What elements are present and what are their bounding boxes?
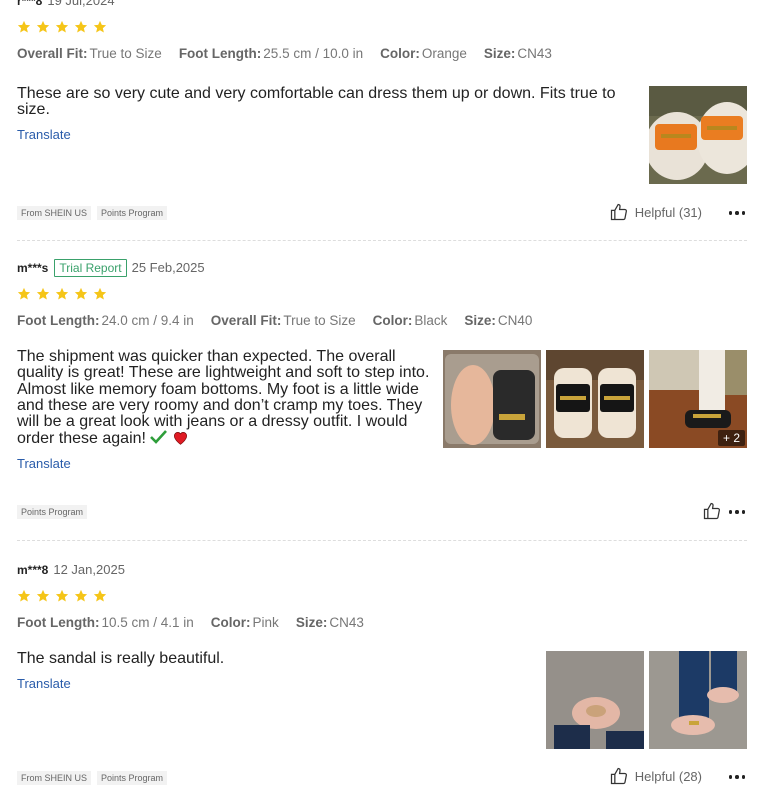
review-tags: From SHEIN US Points Program <box>17 206 168 220</box>
reviewer-name: r***8 <box>17 0 43 8</box>
review-header: m***8 12 Jan,2025 <box>17 561 747 579</box>
translate-link[interactable]: Translate <box>17 456 71 471</box>
attribute-item: Color: Orange <box>380 46 467 61</box>
review-photo[interactable] <box>546 350 644 448</box>
trial-report-badge: Trial Report <box>54 259 127 277</box>
star-icon <box>55 287 69 300</box>
tag-from-shein-us: From SHEIN US <box>17 771 92 785</box>
review-attributes: Foot Length: 10.5 cm / 4.1 in Color: Pink … <box>17 615 747 630</box>
helpful-button[interactable]: Helpful (31) <box>609 202 702 222</box>
review-divider <box>17 240 747 241</box>
review-date: 12 Jan,2025 <box>53 562 125 577</box>
review-photo[interactable] <box>546 651 644 749</box>
star-icon <box>17 20 31 33</box>
star-icon <box>74 20 88 33</box>
tag-points-program: Points Program <box>97 206 168 220</box>
helpful-button[interactable]: Helpful (28) <box>609 766 702 786</box>
review-photo[interactable] <box>649 86 747 184</box>
check-mark-icon <box>150 430 168 445</box>
review-text: These are so very cute and very comforta… <box>17 85 616 119</box>
star-icon <box>93 20 107 33</box>
review-date: 25 Feb,2025 <box>131 260 205 275</box>
star-icon <box>17 287 31 300</box>
review-text: The shipment was quicker than expected. … <box>17 348 430 448</box>
review-item: m***s Trial Report 25 Feb,2025 Foot Leng… <box>17 259 747 529</box>
review-attributes: Overall Fit: True to Size Foot Length: 25.… <box>17 46 747 61</box>
attribute-item: Color: Pink <box>210 615 279 630</box>
review-item: r***8 19 Jul,2024 Overall Fit: True to Si… <box>17 0 747 242</box>
attribute-item: Color: Black <box>372 313 448 328</box>
reviewer-name: m***8 <box>17 563 49 577</box>
tag-points-program: Points Program <box>17 505 88 519</box>
rating-stars <box>17 287 747 303</box>
more-photos-count: + 2 <box>717 430 745 446</box>
more-dots-icon[interactable] <box>728 211 745 215</box>
attribute-item: Size: CN43 <box>295 615 364 630</box>
star-icon <box>36 287 50 300</box>
review-tags: From SHEIN US Points Program <box>17 771 168 785</box>
thumbs-up-icon <box>610 767 627 785</box>
star-icon <box>36 20 50 33</box>
attribute-item: Foot Length: 25.5 cm / 10.0 in <box>178 46 364 61</box>
translate-link[interactable]: Translate <box>17 127 71 142</box>
attribute-item: Foot Length: 24.0 cm / 9.4 in <box>17 313 194 328</box>
star-icon <box>93 589 107 602</box>
attribute-item: Size: CN40 <box>464 313 533 328</box>
review-photo[interactable]: + 2 <box>649 350 747 448</box>
thumbs-up-icon <box>703 502 720 520</box>
attribute-item: Size: CN43 <box>483 46 552 61</box>
star-icon <box>74 589 88 602</box>
helpful-count: Helpful (28) <box>634 768 702 784</box>
star-icon <box>55 589 69 602</box>
review-attributes: Foot Length: 24.0 cm / 9.4 in Overall Fit… <box>17 313 747 328</box>
review-text: The sandal is really beautiful. <box>17 650 225 667</box>
review-item: m***8 12 Jan,2025 Foot Length: 10.5 cm / … <box>17 561 747 795</box>
review-header: r***8 19 Jul,2024 <box>17 0 747 10</box>
reviewer-name: m***s <box>17 261 49 275</box>
review-divider <box>17 540 747 541</box>
tag-points-program: Points Program <box>97 771 168 785</box>
more-dots-icon[interactable] <box>728 510 745 514</box>
star-icon <box>93 287 107 300</box>
review-tags: Points Program <box>17 505 88 519</box>
review-photo[interactable] <box>649 651 747 749</box>
review-photo[interactable] <box>443 350 541 448</box>
tag-from-shein-us: From SHEIN US <box>17 206 92 220</box>
attribute-item: Overall Fit: True to Size <box>210 313 356 328</box>
star-icon <box>55 20 69 33</box>
thumbs-up-icon <box>610 203 627 221</box>
translate-link[interactable]: Translate <box>17 676 71 691</box>
review-header: m***s Trial Report 25 Feb,2025 <box>17 259 747 277</box>
star-icon <box>36 589 50 602</box>
attribute-item: Overall Fit: True to Size <box>17 46 162 61</box>
heart-icon <box>173 432 187 446</box>
star-icon <box>17 589 31 602</box>
rating-stars <box>17 20 747 36</box>
helpful-count: Helpful (31) <box>634 204 702 220</box>
helpful-button[interactable] <box>702 501 722 521</box>
rating-stars <box>17 589 747 605</box>
review-date: 19 Jul,2024 <box>47 0 115 8</box>
more-dots-icon[interactable] <box>728 775 745 779</box>
star-icon <box>74 287 88 300</box>
attribute-item: Foot Length: 10.5 cm / 4.1 in <box>17 615 194 630</box>
